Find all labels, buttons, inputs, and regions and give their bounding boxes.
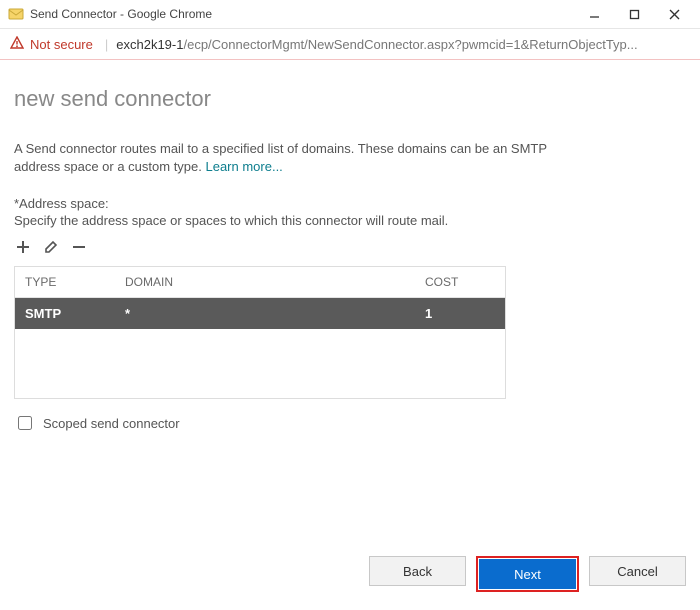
back-button[interactable]: Back xyxy=(369,556,466,586)
window-close-button[interactable] xyxy=(654,1,694,27)
remove-button[interactable] xyxy=(70,238,88,256)
add-button[interactable] xyxy=(14,238,32,256)
address-separator: | xyxy=(105,37,108,52)
table-row[interactable]: SMTP * 1 xyxy=(15,298,505,329)
wizard-footer: Back Next Cancel xyxy=(369,556,686,592)
page-description: A Send connector routes mail to a specif… xyxy=(14,140,554,176)
grid-header-domain[interactable]: DOMAIN xyxy=(115,267,415,297)
learn-more-link[interactable]: Learn more... xyxy=(205,159,282,174)
scoped-checkbox[interactable] xyxy=(18,416,32,430)
security-status[interactable]: Not secure xyxy=(30,37,93,52)
window-title: Send Connector - Google Chrome xyxy=(30,7,574,21)
row-type: SMTP xyxy=(15,298,115,329)
not-secure-icon xyxy=(10,36,24,53)
row-cost: 1 xyxy=(415,298,505,329)
window-minimize-button[interactable] xyxy=(574,1,614,27)
grid-header-type[interactable]: TYPE xyxy=(15,267,115,297)
window-maximize-button[interactable] xyxy=(614,1,654,27)
address-space-grid: TYPE DOMAIN COST SMTP * 1 xyxy=(14,266,506,399)
grid-body: SMTP * 1 xyxy=(15,298,505,398)
url-path: /ecp/ConnectorMgmt/NewSendConnector.aspx… xyxy=(183,37,637,52)
scoped-send-connector-option[interactable]: Scoped send connector xyxy=(14,413,686,433)
grid-header-row: TYPE DOMAIN COST xyxy=(15,267,505,298)
grid-header-cost[interactable]: COST xyxy=(415,267,505,297)
address-space-heading: *Address space: xyxy=(14,196,686,211)
page-title: new send connector xyxy=(14,86,686,112)
next-button-highlight: Next xyxy=(476,556,579,592)
cancel-button[interactable]: Cancel xyxy=(589,556,686,586)
page-content: new send connector A Send connector rout… xyxy=(0,60,700,610)
url-display[interactable]: exch2k19-1/ecp/ConnectorMgmt/NewSendConn… xyxy=(116,37,690,52)
url-host: exch2k19-1 xyxy=(116,37,183,52)
edit-button[interactable] xyxy=(42,238,60,256)
app-icon xyxy=(8,6,24,22)
next-button[interactable]: Next xyxy=(479,559,576,589)
grid-toolbar xyxy=(14,238,686,256)
row-domain: * xyxy=(115,298,415,329)
address-space-subtext: Specify the address space or spaces to w… xyxy=(14,213,686,228)
browser-address-bar: Not secure | exch2k19-1/ecp/ConnectorMgm… xyxy=(0,29,700,60)
scoped-label: Scoped send connector xyxy=(43,416,180,431)
window-titlebar: Send Connector - Google Chrome xyxy=(0,0,700,29)
